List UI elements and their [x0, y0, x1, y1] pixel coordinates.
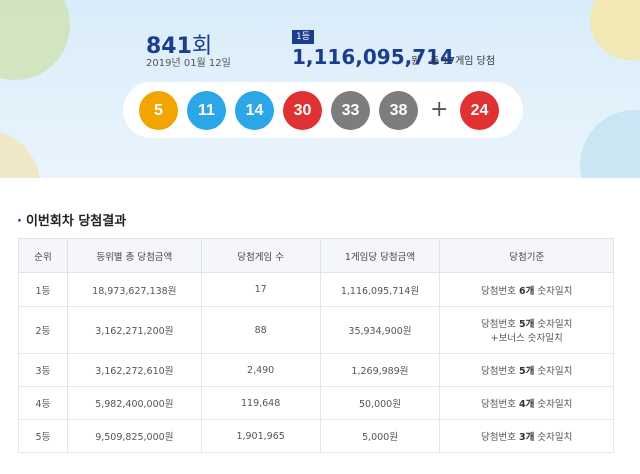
- decorative-circle: [590, 0, 640, 60]
- cell-criteria: 당첨번호 6개 숫자일치: [439, 272, 614, 307]
- cell-rank: 1등: [18, 272, 68, 307]
- cell-per-game-prize: 1,269,989원: [319, 353, 441, 387]
- results-table: 순위 등위별 총 당첨금액 당첨게임 수 1게임당 당첨금액 당첨기준 1등 1…: [18, 238, 614, 453]
- table-row: 4등 5,982,400,000원 119,648 50,000원 당첨번호 4…: [18, 386, 614, 420]
- cell-total-prize: 18,973,627,138원: [66, 272, 202, 307]
- table-row: 5등 9,509,825,000원 1,901,965 5,000원 당첨번호 …: [18, 419, 614, 453]
- winners-note: 총 17게임 당첨: [430, 56, 496, 67]
- cell-per-game-prize: 50,000원: [319, 386, 441, 420]
- draw-date: 2019년 01월 12일: [146, 58, 231, 69]
- winning-number-ball: 30: [283, 91, 322, 130]
- cell-winning-games: 88: [200, 306, 321, 354]
- table-header-row: 순위 등위별 총 당첨금액 당첨게임 수 1게임당 당첨금액 당첨기준: [18, 238, 614, 273]
- cell-rank: 5등: [18, 419, 68, 453]
- decorative-circle: [0, 0, 70, 80]
- winning-number-ball: 14: [235, 91, 274, 130]
- table-row: 3등 3,162,272,610원 2,490 1,269,989원 당첨번호 …: [18, 353, 614, 387]
- header-rank: 순위: [18, 238, 68, 273]
- decorative-circle: [580, 110, 640, 178]
- bullet-icon: ·: [17, 214, 22, 229]
- header-total-prize: 등위별 총 당첨금액: [66, 238, 202, 273]
- cell-per-game-prize: 5,000원: [319, 419, 441, 453]
- cell-per-game-prize: 1,116,095,714원: [319, 272, 441, 307]
- header-criteria: 당첨기준: [439, 238, 614, 273]
- cell-winning-games: 2,490: [200, 353, 321, 387]
- header-winning-games: 당첨게임 수: [200, 238, 321, 273]
- cell-criteria: 당첨번호 5개 숫자일치 +보너스 숫자일치: [439, 306, 614, 354]
- cell-winning-games: 17: [200, 272, 321, 307]
- bonus-number-ball: 24: [460, 91, 499, 130]
- winning-number-ball: 33: [331, 91, 370, 130]
- section-title-text: 이번회차 당첨결과: [25, 214, 127, 229]
- cell-criteria: 당첨번호 4개 숫자일치: [439, 386, 614, 420]
- cell-criteria: 당첨번호 5개 숫자일치: [439, 353, 614, 387]
- winning-number-ball: 11: [187, 91, 226, 130]
- cell-total-prize: 9,509,825,000원: [66, 419, 202, 453]
- cell-criteria: 당첨번호 3개 숫자일치: [439, 419, 614, 453]
- first-rank-badge: 1등: [292, 30, 314, 44]
- header-per-game-prize: 1게임당 당첨금액: [319, 238, 441, 273]
- cell-total-prize: 3,162,272,610원: [66, 353, 202, 387]
- cell-rank: 3등: [18, 353, 68, 387]
- cell-total-prize: 3,162,271,200원: [66, 306, 202, 354]
- first-prize-unit: 원: [411, 56, 421, 67]
- plus-icon: +: [430, 97, 449, 122]
- cell-winning-games: 119,648: [200, 386, 321, 420]
- winning-number-ball: 38: [379, 91, 418, 130]
- cell-rank: 2등: [18, 306, 68, 354]
- table-row: 2등 3,162,271,200원 88 35,934,900원 당첨번호 5개…: [18, 306, 614, 354]
- cell-total-prize: 5,982,400,000원: [66, 386, 202, 420]
- criteria-bonus-note: +보너스 숫자일치: [490, 333, 563, 344]
- winning-number-ball: 5: [139, 91, 178, 130]
- section-title: · 이번회차 당첨결과: [17, 210, 126, 229]
- cell-winning-games: 1,901,965: [200, 419, 321, 453]
- table-row: 1등 18,973,627,138원 17 1,116,095,714원 당첨번…: [18, 272, 614, 307]
- cell-per-game-prize: 35,934,900원: [319, 306, 441, 354]
- decorative-circle: [0, 130, 40, 178]
- cell-rank: 4등: [18, 386, 68, 420]
- draw-banner: 841회 2019년 01월 12일 1등 1,116,095,714 원 총 …: [0, 0, 640, 178]
